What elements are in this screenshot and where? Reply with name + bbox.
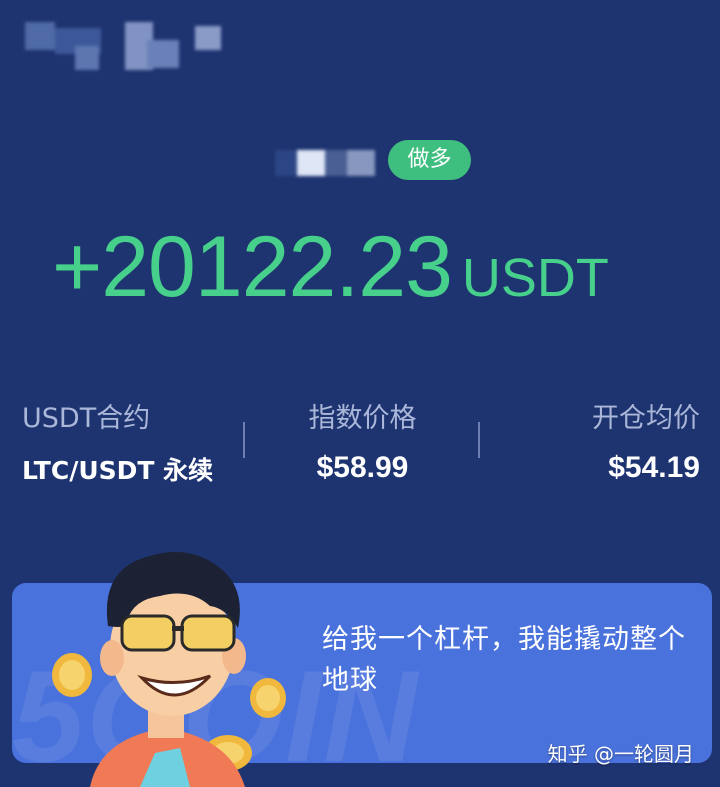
contract-label: USDT合约	[22, 403, 151, 434]
index-price-label: 指数价格	[308, 403, 417, 434]
entry-price-value: $54.19	[608, 451, 700, 484]
coin-icon	[250, 678, 286, 718]
divider	[478, 422, 480, 458]
credit-watermark: 知乎 @一轮圆月	[547, 742, 694, 766]
contract-stat: USDT合约 LTC/USDT 永续	[22, 396, 213, 487]
entry-price-label: 开仓均价	[592, 403, 700, 434]
index-price-value: $58.99	[316, 451, 409, 484]
contract-value: LTC/USDT 永续	[22, 456, 214, 485]
divider	[243, 422, 245, 458]
entry-price-stat: 开仓均价 $54.19	[592, 396, 700, 485]
pnl-amount: +20122.23	[52, 219, 453, 315]
index-price-stat: 指数价格 $58.99	[300, 396, 425, 485]
pnl-unit: USDT	[461, 248, 609, 308]
pnl-display: +20122.23 USDT	[52, 218, 692, 318]
long-position-tag: 做多	[388, 140, 471, 180]
mascot-illustration	[52, 552, 286, 787]
coin-icon	[52, 653, 92, 697]
banner-slogan: 给我一个杠杆，我能撬动整个地球	[322, 624, 686, 696]
